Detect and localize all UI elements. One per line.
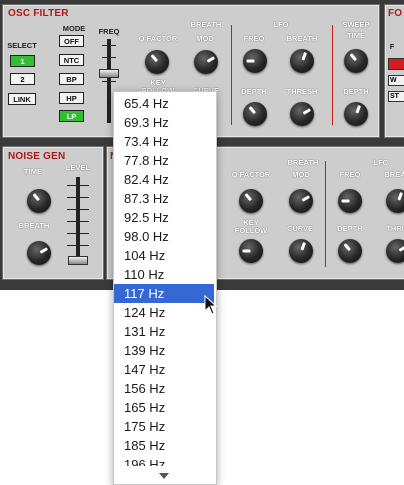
noise-lfo-depth-label: DEPTH (337, 224, 363, 233)
noise-time-knob[interactable] (27, 189, 51, 213)
noise-level-fader-handle[interactable] (68, 256, 88, 265)
fader-tick (102, 81, 116, 82)
formant-red-button[interactable] (388, 58, 404, 70)
noise-curve-label: CURVE (286, 224, 314, 233)
fader-tick (67, 197, 89, 198)
lfo-breath-knob[interactable] (290, 49, 314, 73)
lfo-breath-label: BREATH (286, 34, 318, 43)
fader-tick (102, 57, 116, 58)
freq-menu-item[interactable]: 196 Hz (114, 455, 214, 466)
sweep-time-label: TIME (347, 31, 365, 40)
mode-button-hp[interactable]: HP (59, 92, 84, 104)
noise-key-follow-knob[interactable] (239, 239, 263, 263)
formant-panel: FO F W ST (384, 4, 404, 138)
freq-menu-item[interactable]: 69.3 Hz (114, 113, 214, 132)
noise-breath-knob[interactable] (27, 241, 51, 265)
noise-lfo-header: LFO (373, 158, 389, 167)
freq-menu-item[interactable]: 124 Hz (114, 303, 214, 322)
mouse-pointer-icon (204, 295, 218, 315)
formant-f-label: F (389, 42, 395, 51)
freq-menu-item[interactable]: 147 Hz (114, 360, 214, 379)
freq-menu-item[interactable]: 82.4 Hz (114, 170, 214, 189)
noise-gen-panel: NOISE GEN TIME LEVEL BREATH (2, 146, 104, 280)
fader-tick (67, 209, 89, 210)
mode-button-bp[interactable]: BP (59, 73, 84, 85)
freq-label: FREQ (98, 27, 120, 36)
noise-lfo-breath-label: BREA (384, 170, 404, 179)
mode-button-ntc[interactable]: NTC (59, 54, 84, 66)
select-button-2[interactable]: 2 (10, 73, 35, 85)
noise-mod-label: MOD (292, 170, 310, 179)
formant-w-button[interactable]: W (388, 75, 404, 86)
noise-lfo-freq-knob[interactable] (338, 189, 362, 213)
noise-q-factor-knob[interactable] (239, 189, 263, 213)
fader-tick (67, 245, 89, 246)
breath-mod-knob[interactable] (194, 50, 218, 74)
noise-level-fader-track (76, 177, 80, 263)
sweep-time-knob[interactable] (344, 49, 368, 73)
freq-menu-item[interactable]: 77.8 Hz (114, 151, 214, 170)
freq-fader-handle[interactable] (99, 69, 119, 78)
noise-gen-title: NOISE GEN (8, 151, 66, 162)
scroll-down-arrow-icon[interactable] (159, 473, 169, 479)
q-factor-knob[interactable] (145, 50, 169, 74)
formant-st-button[interactable]: ST (388, 91, 404, 102)
lfo-thresh-label: THRESH (286, 87, 318, 96)
freq-menu-item[interactable]: 98.0 Hz (114, 227, 214, 246)
freq-menu-item-selected[interactable]: 117 Hz (114, 284, 214, 303)
sweep-depth-label: DEPTH (343, 87, 369, 96)
freq-menu-item[interactable]: 156 Hz (114, 379, 214, 398)
noise-lfo-breath-knob[interactable] (386, 189, 404, 213)
freq-menu-item[interactable]: 175 Hz (114, 417, 214, 436)
select-label: SELECT (7, 41, 37, 50)
lfo-header: LFO (273, 20, 289, 29)
freq-menu-item[interactable]: 139 Hz (114, 341, 214, 360)
sweep-depth-knob[interactable] (344, 102, 368, 126)
freq-menu-item[interactable]: 87.3 Hz (114, 189, 214, 208)
noise-lfo-freq-label: FREQ (339, 170, 361, 179)
noise-lfo-depth-knob[interactable] (338, 239, 362, 263)
lfo-depth-label: DEPTH (241, 87, 267, 96)
freq-menu-item[interactable]: 73.4 Hz (114, 132, 214, 151)
lfo-freq-knob[interactable] (243, 49, 267, 73)
noise-lfo-thresh-knob[interactable] (386, 239, 404, 263)
freq-menu-item[interactable]: 92.5 Hz (114, 208, 214, 227)
noise-breath-label: BREATH (18, 221, 50, 230)
noise-curve-knob[interactable] (289, 239, 313, 263)
q-factor-label: Q FACTOR (138, 34, 178, 43)
breath-mod-label: MOD (196, 34, 214, 43)
formant-title: FO (388, 8, 403, 19)
select-button-1[interactable]: 1 (10, 55, 35, 67)
breath-header: BREATH (190, 20, 222, 29)
lfo-depth-knob[interactable] (243, 102, 267, 126)
noise-lfo-thresh-label: THRI (386, 224, 404, 233)
freq-dropdown-menu[interactable]: 65.4 Hz 69.3 Hz 73.4 Hz 77.8 Hz 82.4 Hz … (113, 91, 217, 485)
fader-tick (67, 185, 89, 186)
freq-menu-item[interactable]: 131 Hz (114, 322, 214, 341)
lfo-thresh-knob[interactable] (290, 102, 314, 126)
freq-menu-item[interactable]: 65.4 Hz (114, 94, 214, 113)
noise-time-label: TIME (24, 167, 42, 176)
mode-label: MODE (62, 24, 86, 33)
fader-tick (67, 221, 89, 222)
lfo-freq-label: FREQ (243, 34, 265, 43)
freq-menu-item[interactable]: 104 Hz (114, 246, 214, 265)
mode-button-off[interactable]: OFF (59, 35, 84, 47)
freq-menu-item[interactable]: 185 Hz (114, 436, 214, 455)
freq-menu-item[interactable]: 110 Hz (114, 265, 214, 284)
mode-button-lp[interactable]: LP (59, 110, 84, 122)
fader-tick (67, 233, 89, 234)
noise-mod-knob[interactable] (289, 189, 313, 213)
noise-level-label: LEVEL (65, 163, 91, 172)
fader-tick (102, 45, 116, 46)
noise-breath-header: BREATH (287, 158, 319, 167)
freq-menu-item[interactable]: 165 Hz (114, 398, 214, 417)
noise-q-factor-label: Q FACTOR (231, 170, 271, 179)
noise-key-follow-label: KEY FOLLOW (234, 218, 268, 235)
osc-filter-title: OSC FILTER (8, 8, 69, 19)
sweep-header: SWEEP (342, 20, 370, 29)
select-button-link[interactable]: LINK (8, 93, 36, 105)
